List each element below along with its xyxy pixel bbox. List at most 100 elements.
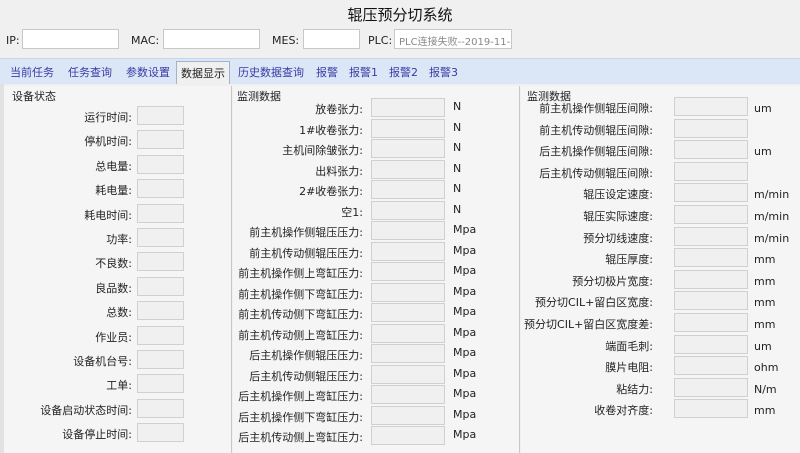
value-field[interactable]: [137, 301, 184, 321]
field-label: 前主机传动侧上弯缸压力:: [238, 328, 363, 342]
field-label: 设备停止时间:: [62, 428, 132, 442]
field-label: 前主机操作侧辊压间隙:: [539, 102, 653, 115]
field-label: 后主机传动侧辊压压力:: [249, 369, 363, 383]
unit-label: ohm: [754, 361, 779, 375]
mes-label: MES:: [272, 34, 300, 47]
unit-label: N: [453, 182, 462, 195]
value-field[interactable]: [371, 118, 445, 138]
unit-label: N: [453, 161, 462, 175]
value-field[interactable]: [371, 282, 445, 302]
value-field[interactable]: [371, 344, 445, 363]
tab-task-query[interactable]: 任务查询: [68, 64, 112, 80]
value-field[interactable]: [137, 325, 184, 345]
tab-alarm-2[interactable]: 报警2: [389, 64, 418, 80]
unit-label: N/m: [754, 382, 777, 396]
value-field[interactable]: [371, 139, 445, 158]
value-field[interactable]: [371, 180, 445, 199]
unit-label: mm: [754, 318, 776, 331]
value-field[interactable]: [674, 291, 748, 311]
value-field[interactable]: [674, 356, 748, 376]
value-field[interactable]: [137, 130, 184, 150]
value-field[interactable]: [674, 269, 748, 289]
value-field[interactable]: [371, 200, 445, 220]
field-label: 预分切CIL+留白区宽度差:: [524, 318, 653, 331]
field-label: 收卷对齐度:: [594, 404, 653, 418]
field-label: 出料张力:: [315, 164, 363, 178]
value-field[interactable]: [371, 241, 445, 261]
value-field[interactable]: [137, 252, 184, 272]
value-field[interactable]: [137, 154, 184, 174]
unit-label: Mpa: [453, 407, 477, 421]
value-field[interactable]: [137, 374, 184, 394]
field-label: 后主机操作侧下弯缸压力:: [238, 410, 363, 424]
value-field[interactable]: [674, 161, 748, 181]
value-field[interactable]: [371, 364, 445, 384]
value-field[interactable]: [371, 98, 445, 117]
mac-field[interactable]: [163, 29, 260, 49]
value-field[interactable]: [137, 276, 184, 296]
field-label: 预分切CIL+留白区宽度:: [535, 296, 653, 310]
value-field[interactable]: [371, 159, 445, 179]
value-field[interactable]: [371, 262, 445, 281]
field-label: 前主机传动侧辊压间隙:: [539, 123, 653, 137]
field-label: 预分切极片宽度:: [572, 274, 653, 288]
value-field[interactable]: [371, 323, 445, 343]
value-field[interactable]: [371, 303, 445, 322]
mes-field[interactable]: [303, 29, 360, 49]
tab-param-settings[interactable]: 参数设置: [126, 64, 170, 80]
field-label: 空1:: [341, 205, 363, 219]
value-field[interactable]: [674, 140, 748, 160]
value-field[interactable]: [674, 183, 748, 203]
unit-label: m/min: [754, 210, 790, 223]
value-field[interactable]: [137, 203, 184, 223]
value-field[interactable]: [674, 377, 748, 397]
unit-label: N: [453, 141, 462, 154]
unit-label: Mpa: [453, 366, 477, 380]
value-field[interactable]: [137, 179, 184, 199]
value-field[interactable]: [674, 226, 748, 246]
field-label: 不良数:: [95, 257, 132, 271]
field-label: 设备启动状态时间:: [40, 403, 132, 417]
field-label: 辊压设定速度:: [583, 188, 653, 202]
unit-label: Mpa: [453, 305, 477, 318]
monitor-panel-mid: 监测数据 放卷张力: N 1#收卷张力: N 主机间除皱张力: N 出料张力: N 2#收卷张力…: [233, 86, 520, 453]
field-label: 放卷张力:: [315, 103, 363, 116]
field-label: 辊压厚度:: [605, 253, 653, 267]
value-field[interactable]: [674, 118, 748, 138]
field-label: 后主机操作侧辊压间隙:: [539, 145, 653, 159]
unit-label: mm: [754, 253, 776, 267]
value-field[interactable]: [371, 426, 445, 445]
unit-label: mm: [754, 296, 776, 310]
field-label: 作业员:: [95, 330, 132, 344]
tab-alarm[interactable]: 报警: [316, 64, 338, 80]
unit-label: mm: [754, 404, 776, 418]
tab-history-query[interactable]: 历史数据查询: [238, 64, 304, 80]
value-field[interactable]: [674, 399, 748, 419]
tab-current-task[interactable]: 当前任务: [10, 64, 54, 80]
ip-field[interactable]: [22, 29, 119, 49]
unit-label: N: [453, 120, 462, 134]
unit-label: N: [453, 202, 462, 216]
field-label: 1#收卷张力:: [299, 123, 363, 137]
value-field[interactable]: [371, 405, 445, 425]
value-field[interactable]: [137, 228, 184, 247]
unit-label: um: [754, 339, 772, 353]
value-field[interactable]: [674, 205, 748, 224]
tab-alarm-3[interactable]: 报警3: [429, 64, 458, 80]
tab-alarm-1[interactable]: 报警1: [349, 64, 378, 80]
value-field[interactable]: [137, 350, 184, 369]
tab-bar: 当前任务 任务查询 参数设置 数据显示 历史数据查询 报警 报警1 报警2 报警…: [0, 58, 800, 84]
value-field[interactable]: [137, 423, 184, 443]
value-field[interactable]: [137, 398, 184, 418]
field-label: 辊压实际速度:: [583, 210, 653, 223]
value-field[interactable]: [674, 313, 748, 332]
value-field[interactable]: [674, 97, 748, 116]
value-field[interactable]: [137, 106, 184, 125]
field-label: 前主机操作侧下弯缸压力:: [238, 287, 363, 301]
value-field[interactable]: [371, 221, 445, 240]
value-field[interactable]: [674, 248, 748, 268]
value-field[interactable]: [674, 334, 748, 354]
tab-data-display[interactable]: 数据显示: [176, 61, 230, 84]
plc-status-field[interactable]: PLC连接失败--2019-11-: [394, 29, 512, 49]
value-field[interactable]: [371, 385, 445, 404]
